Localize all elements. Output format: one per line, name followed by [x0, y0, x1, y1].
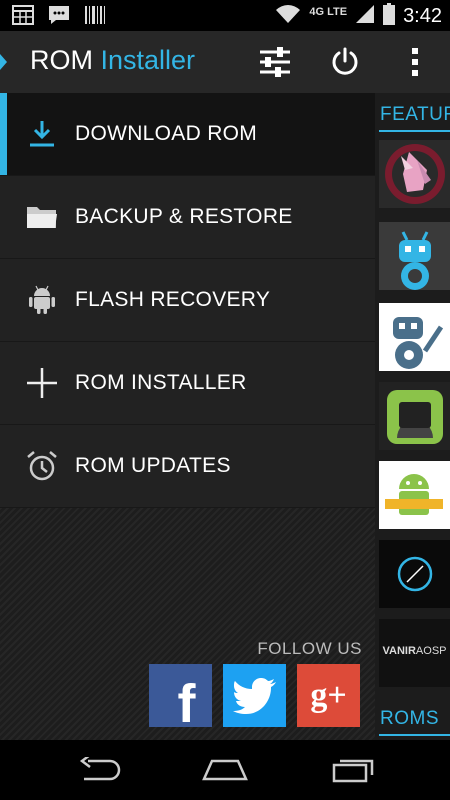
- settings-sliders-icon: [260, 47, 290, 77]
- back-icon: [79, 757, 121, 781]
- twitter-bird-icon: [232, 677, 276, 714]
- menu-item-flash-recovery[interactable]: FLASH RECOVERY: [0, 259, 375, 342]
- featured-underline: [379, 130, 450, 132]
- android-icon: [25, 283, 59, 317]
- menu-item-label: BACKUP & RESTORE: [75, 205, 293, 228]
- folder-icon: [25, 200, 59, 234]
- twitter-button[interactable]: [223, 664, 286, 727]
- calendar-icon: [12, 5, 34, 25]
- android-bot-icon: [387, 390, 443, 444]
- menu-item-label: FLASH RECOVERY: [75, 288, 271, 311]
- clock: 3:42: [403, 5, 442, 27]
- barcode-icon: [84, 5, 106, 25]
- menu-item-download-rom[interactable]: DOWNLOAD ROM: [0, 93, 375, 176]
- settings-sliders-button[interactable]: [252, 39, 298, 85]
- content-peek[interactable]: FEATURED: [375, 93, 450, 740]
- facebook-icon: f: [177, 673, 196, 734]
- home-button[interactable]: [195, 752, 255, 788]
- featured-heading: FEATURED: [380, 104, 450, 125]
- recents-button[interactable]: [322, 752, 382, 788]
- vanir-logo: VANIRAOSP: [379, 645, 450, 657]
- menu-item-backup-restore[interactable]: BACKUP & RESTORE: [0, 176, 375, 259]
- rom-thumbnail[interactable]: VANIRAOSP: [379, 619, 450, 687]
- menu-item-label: ROM INSTALLER: [75, 371, 247, 394]
- overflow-menu-icon: [412, 48, 418, 76]
- download-icon: [25, 117, 59, 151]
- circle-logo-icon: [397, 556, 433, 592]
- android-kitkat-icon: [385, 474, 443, 515]
- aosp-logo-text: AOSP: [415, 645, 447, 657]
- network-type-label: 4G LTE: [309, 5, 348, 18]
- battery-icon: [383, 3, 396, 30]
- drawer-open-indicator[interactable]: [0, 54, 7, 70]
- roms-underline: [379, 734, 450, 736]
- signal-icon: [355, 4, 375, 29]
- rom-thumbnail[interactable]: [379, 540, 450, 608]
- menu-item-label: DOWNLOAD ROM: [75, 122, 258, 145]
- rom-thumbnail[interactable]: [379, 303, 450, 371]
- alarm-clock-icon: [25, 449, 59, 483]
- cyanogen-mascot-icon: [393, 317, 444, 369]
- unicorn-logo-icon: [385, 144, 445, 204]
- back-button[interactable]: [70, 752, 130, 788]
- roms-heading: ROMS: [380, 708, 439, 729]
- rom-thumbnail[interactable]: [379, 382, 450, 450]
- vanir-logo-text: VANIR: [382, 645, 416, 657]
- google-plus-button[interactable]: g+: [297, 664, 360, 727]
- status-bar: 4G LTE 3:42: [0, 0, 450, 31]
- rom-thumbnail[interactable]: [379, 140, 450, 208]
- menu-item-rom-installer[interactable]: ROM INSTALLER: [0, 342, 375, 425]
- rom-thumbnail[interactable]: [379, 222, 450, 290]
- wifi-icon: [275, 4, 301, 29]
- rom-thumbnail[interactable]: [379, 461, 450, 529]
- power-button[interactable]: [322, 39, 368, 85]
- system-nav-bar: [0, 740, 450, 800]
- menu-item-label: ROM UPDATES: [75, 454, 231, 477]
- app-title-part2: Installer: [93, 45, 196, 75]
- power-icon: [332, 47, 358, 75]
- app-title[interactable]: ROM Installer: [30, 45, 195, 76]
- navigation-drawer: DOWNLOAD ROM BACKUP & RESTORE FLASH RECO…: [0, 93, 375, 740]
- action-bar: ROM Installer: [0, 31, 450, 93]
- chat-icon: [48, 5, 70, 25]
- follow-us-label: FOLLOW US: [257, 639, 362, 658]
- app-title-part1: ROM: [30, 45, 93, 75]
- cyanogen-mascot-icon: [399, 231, 431, 290]
- plus-icon: [25, 366, 59, 400]
- google-plus-icon: g+: [310, 676, 347, 714]
- overflow-menu-button[interactable]: [392, 39, 438, 85]
- home-icon: [202, 759, 248, 781]
- menu-item-rom-updates[interactable]: ROM UPDATES: [0, 425, 375, 508]
- recents-icon: [332, 759, 374, 783]
- facebook-button[interactable]: f: [149, 664, 212, 734]
- drawer-menu: DOWNLOAD ROM BACKUP & RESTORE FLASH RECO…: [0, 93, 375, 508]
